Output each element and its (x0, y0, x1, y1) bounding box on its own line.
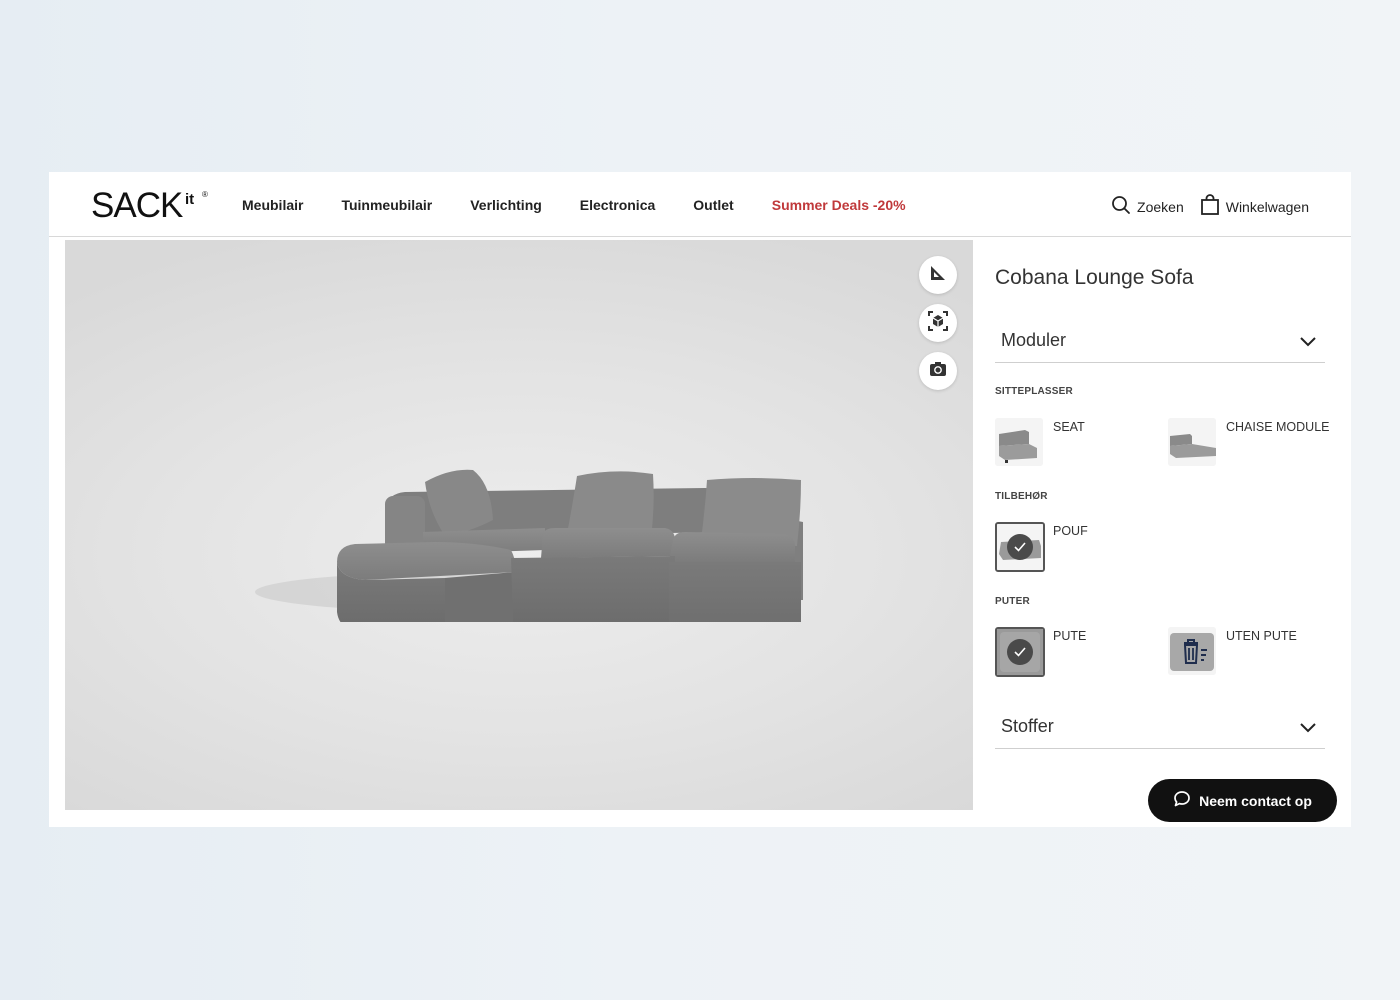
search-label: Zoeken (1137, 198, 1184, 215)
main-nav: Meubilair Tuinmeubilair Verlichting Elec… (242, 197, 944, 213)
nav-item-electronica[interactable]: Electronica (580, 197, 655, 213)
camera-rotate-icon (929, 361, 947, 382)
accessories-section-label: TILBEHØR (995, 491, 1048, 502)
cart-label: Winkelwagen (1225, 198, 1309, 215)
option-pouf-label: POUF (1053, 524, 1088, 538)
modules-accordion-label: Moduler (1001, 330, 1067, 350)
configurator-panel: Cobana Lounge Sofa Moduler SITTEPLASSER … (995, 240, 1331, 827)
option-uten-pute-label: UTEN PUTE (1226, 629, 1297, 643)
nav-item-tuinmeubilair[interactable]: Tuinmeubilair (341, 197, 432, 213)
trash-icon (1180, 637, 1210, 672)
3d-product-viewer[interactable] (65, 240, 973, 810)
contact-chat-label: Neem contact op (1199, 792, 1312, 809)
chaise-module-thumbnail (1168, 418, 1216, 466)
selected-check-icon (1007, 534, 1033, 560)
option-seat[interactable]: SEAT (995, 418, 1155, 468)
ar-cube-icon (928, 310, 948, 336)
option-chaise-module[interactable]: CHAISE MODULE (1168, 418, 1330, 468)
cart-button[interactable]: Winkelwagen (1200, 194, 1309, 219)
selected-check-icon (1007, 639, 1033, 665)
chat-bubble-icon (1173, 790, 1199, 811)
option-uten-pute[interactable]: UTEN PUTE (1168, 627, 1328, 677)
seats-section-label: SITTEPLASSER (995, 386, 1073, 397)
brand-registered-mark: ® (202, 190, 208, 199)
brand-logo-superscript: it (185, 191, 195, 208)
header-actions: Zoeken Winkelwagen (1095, 194, 1309, 219)
option-seat-label: SEAT (1053, 420, 1085, 434)
contact-chat-button[interactable]: Neem contact op (1148, 779, 1337, 822)
seat-thumbnail (995, 418, 1043, 466)
option-chaise-module-label: CHAISE MODULE (1226, 420, 1330, 434)
measure-button[interactable] (919, 256, 957, 294)
shopping-bag-icon (1200, 194, 1226, 219)
option-pute[interactable]: PUTE (995, 627, 1155, 677)
chevron-down-icon (1299, 720, 1317, 738)
ruler-triangle-icon (929, 264, 947, 287)
product-title: Cobana Lounge Sofa (995, 266, 1194, 289)
chevron-down-icon (1299, 334, 1317, 352)
pouf-thumbnail (995, 522, 1045, 572)
cushions-section-label: PUTER (995, 596, 1030, 607)
snapshot-button[interactable] (919, 352, 957, 390)
nav-item-verlichting[interactable]: Verlichting (470, 197, 542, 213)
fabric-accordion[interactable]: Stoffer (995, 700, 1325, 749)
nav-item-summer-deals[interactable]: Summer Deals -20% (772, 197, 906, 213)
modules-accordion[interactable]: Moduler (995, 314, 1325, 363)
brand-logo[interactable]: SACK (91, 186, 183, 226)
sofa-3d-model[interactable] (245, 422, 805, 622)
option-pouf[interactable]: POUF (995, 522, 1155, 572)
uten-pute-thumbnail (1168, 627, 1216, 675)
search-icon (1111, 195, 1137, 218)
product-configurator-page: SACK it ® Meubilair Tuinmeubilair Verlic… (49, 172, 1351, 827)
site-header: SACK it ® Meubilair Tuinmeubilair Verlic… (49, 172, 1351, 237)
pute-thumbnail (995, 627, 1045, 677)
nav-item-meubilair[interactable]: Meubilair (242, 197, 303, 213)
option-pute-label: PUTE (1053, 629, 1087, 643)
ar-view-button[interactable] (919, 304, 957, 342)
search-button[interactable]: Zoeken (1111, 195, 1184, 218)
fabric-accordion-label: Stoffer (1001, 716, 1054, 736)
nav-item-outlet[interactable]: Outlet (693, 197, 733, 213)
